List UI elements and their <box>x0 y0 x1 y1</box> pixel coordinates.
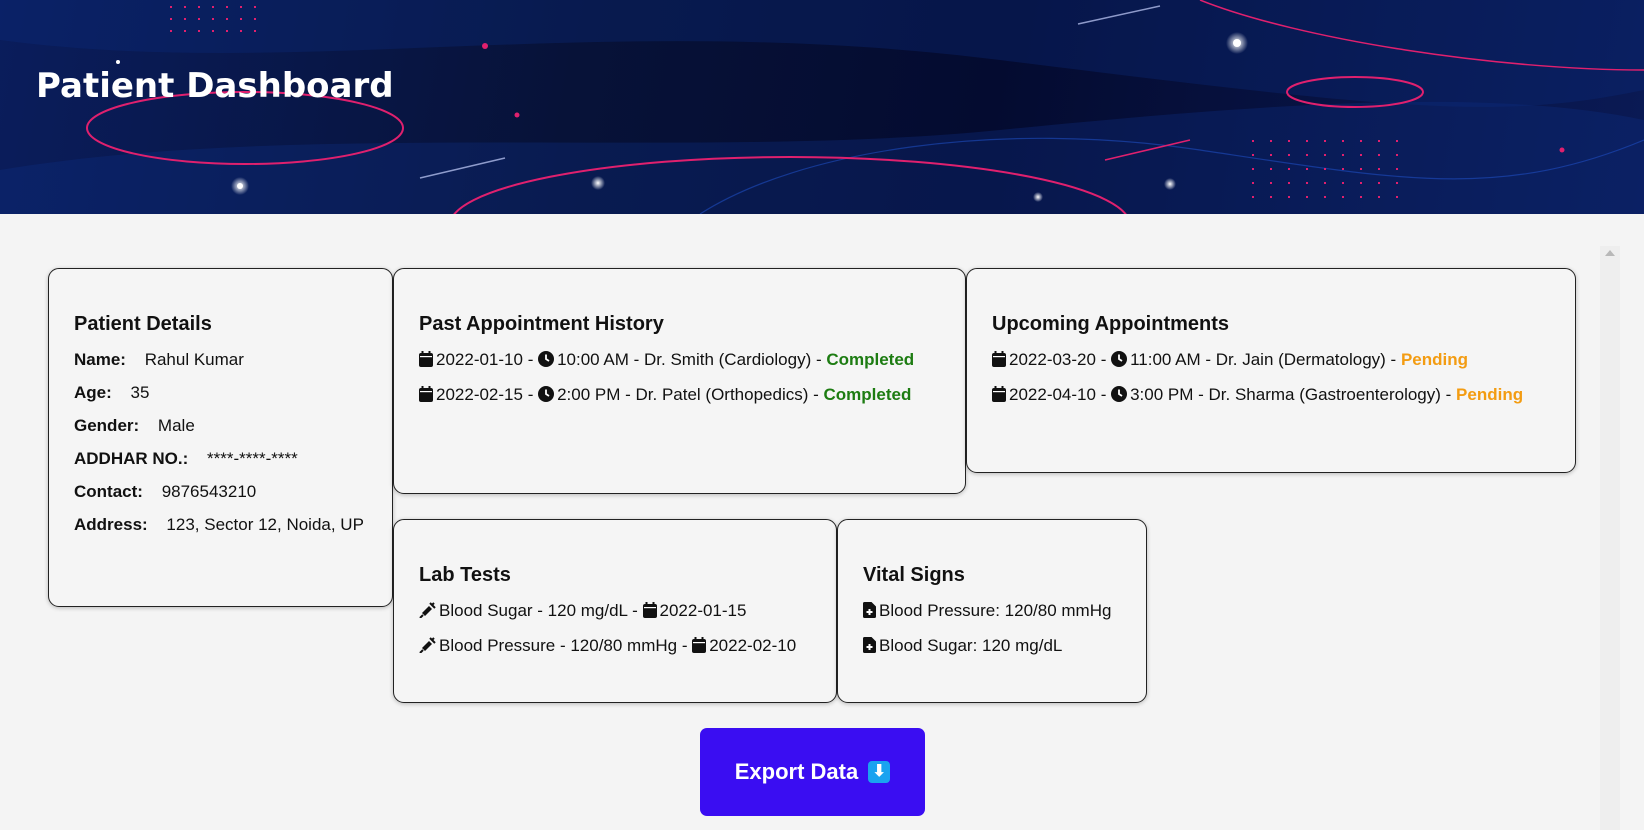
separator: - <box>620 385 636 404</box>
clock-icon <box>1111 351 1128 372</box>
separator: - <box>522 350 539 369</box>
page-title: Patient Dashboard <box>36 66 394 106</box>
separator: - <box>1200 350 1216 369</box>
field-value: Male <box>157 416 195 435</box>
banner-decoration <box>0 0 1644 214</box>
calendar-icon <box>642 602 657 623</box>
status-completed: Completed <box>823 385 912 404</box>
lab-test-result: Blood Sugar - 120 mg/dL <box>439 601 628 620</box>
calendar-icon <box>419 351 433 372</box>
appointment-doctor: Dr. Smith (Cardiology) <box>644 350 812 369</box>
past-appointments-heading: Past Appointment History <box>419 313 664 335</box>
separator: - <box>811 350 827 369</box>
appointment-doctor: Dr. Patel (Orthopedics) <box>635 385 809 404</box>
patient-field-age: Age: 35 <box>74 382 368 403</box>
scroll-up-arrow-icon[interactable] <box>1605 250 1615 256</box>
upcoming-appointments-card: Upcoming Appointments 2022-03-20 - 11:00… <box>966 268 1576 473</box>
patient-field-address: Address: 123, Sector 12, Noida, UP <box>74 514 368 535</box>
scrollbar[interactable] <box>1600 246 1620 830</box>
lab-test-date: 2022-01-15 <box>659 601 747 620</box>
field-label: Address: <box>74 515 148 534</box>
appointment-doctor: Dr. Jain (Dermatology) <box>1215 350 1386 369</box>
appointment-date: 2022-01-10 <box>436 350 523 369</box>
field-value: 35 <box>130 383 150 402</box>
field-value: 9876543210 <box>161 482 257 501</box>
calendar-icon <box>992 351 1006 372</box>
separator: - <box>628 350 645 369</box>
past-appointments-card: Past Appointment History 2022-01-10 - 10… <box>393 268 966 494</box>
appointment-time: 2:00 PM <box>557 385 621 404</box>
export-button-label: Export Data <box>734 759 859 784</box>
appointment-doctor: Dr. Sharma (Gastroenterology) <box>1208 385 1441 404</box>
field-label: Contact: <box>74 482 143 501</box>
separator: - <box>1095 350 1112 369</box>
field-value: Rahul Kumar <box>144 350 244 369</box>
file-medical-icon <box>863 637 876 658</box>
separator: - <box>522 385 539 404</box>
header-banner: Patient Dashboard <box>0 0 1644 214</box>
appointment-item: 2022-02-15 - 2:00 PM - Dr. Patel (Orthop… <box>419 384 941 407</box>
upcoming-appointments-heading: Upcoming Appointments <box>992 313 1230 335</box>
calendar-icon <box>992 386 1006 407</box>
syringe-icon <box>419 637 436 658</box>
clock-icon <box>538 351 555 372</box>
export-data-button[interactable]: Export Data ⬇ <box>700 728 925 816</box>
vital-signs-card: Vital Signs Blood Pressure: 120/80 mmHg … <box>837 519 1147 703</box>
clock-icon <box>1111 386 1128 407</box>
field-value: ****-****-**** <box>207 449 298 468</box>
patient-field-contact: Contact: 9876543210 <box>74 481 368 502</box>
patient-details-heading: Patient Details <box>74 313 212 335</box>
vital-signs-heading: Vital Signs <box>863 564 965 586</box>
calendar-icon <box>692 637 707 658</box>
status-pending: Pending <box>1400 350 1468 369</box>
vital-sign-item: Blood Sugar: 120 mg/dL <box>863 635 1122 658</box>
appointment-time: 11:00 AM <box>1130 350 1201 369</box>
appointment-item: 2022-04-10 - 3:00 PM - Dr. Sharma (Gastr… <box>992 384 1551 407</box>
separator: - <box>627 601 643 620</box>
separator: - <box>1095 385 1112 404</box>
lab-tests-heading: Lab Tests <box>419 564 511 586</box>
clock-icon <box>538 386 555 407</box>
calendar-icon <box>419 386 433 407</box>
lab-tests-card: Lab Tests Blood Sugar - 120 mg/dL - 2022… <box>393 519 837 703</box>
lab-test-result: Blood Pressure - 120/80 mmHg <box>439 636 678 655</box>
field-value: 123, Sector 12, Noida, UP <box>166 515 364 534</box>
appointment-date: 2022-03-20 <box>1009 350 1096 369</box>
file-medical-icon <box>863 602 876 623</box>
field-label: Gender: <box>74 416 140 435</box>
download-icon: ⬇ <box>868 761 891 783</box>
lab-test-date: 2022-02-10 <box>709 636 797 655</box>
separator: - <box>1193 385 1209 404</box>
field-label: Name: <box>74 350 126 369</box>
appointment-date: 2022-02-15 <box>436 385 523 404</box>
appointment-item: 2022-03-20 - 11:00 AM - Dr. Jain (Dermat… <box>992 349 1551 372</box>
appointment-time: 10:00 AM <box>557 350 629 369</box>
lab-test-item: Blood Sugar - 120 mg/dL - 2022-01-15 <box>419 600 812 623</box>
vital-sign-text: Blood Pressure: 120/80 mmHg <box>879 601 1112 620</box>
separator: - <box>1440 385 1457 404</box>
appointment-date: 2022-04-10 <box>1009 385 1096 404</box>
lab-test-item: Blood Pressure - 120/80 mmHg - 2022-02-1… <box>419 635 812 658</box>
separator: - <box>1385 350 1401 369</box>
patient-field-aadhaar: ADDHAR NO.: ****-****-**** <box>74 448 368 469</box>
patient-field-gender: Gender: Male <box>74 415 368 436</box>
appointment-time: 3:00 PM <box>1130 385 1194 404</box>
syringe-icon <box>419 602 436 623</box>
field-label: ADDHAR NO.: <box>74 449 189 468</box>
patient-details-card: Patient Details Name: Rahul Kumar Age: 3… <box>48 268 393 607</box>
appointment-item: 2022-01-10 - 10:00 AM - Dr. Smith (Cardi… <box>419 349 941 372</box>
patient-field-name: Name: Rahul Kumar <box>74 349 368 370</box>
status-completed: Completed <box>826 350 915 369</box>
status-pending: Pending <box>1456 385 1524 404</box>
separator: - <box>677 636 693 655</box>
vital-sign-text: Blood Sugar: 120 mg/dL <box>879 636 1063 655</box>
field-label: Age: <box>74 383 112 402</box>
separator: - <box>808 385 824 404</box>
vital-sign-item: Blood Pressure: 120/80 mmHg <box>863 600 1122 623</box>
